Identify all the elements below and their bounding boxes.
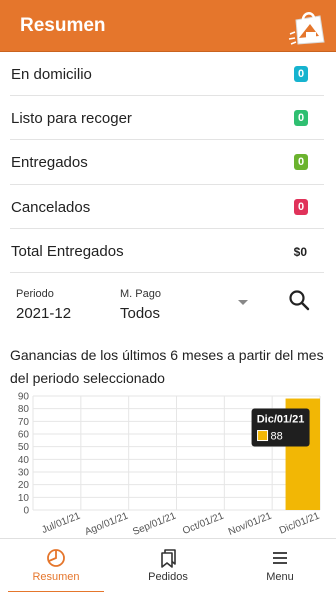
x-tick-label: Dic/01/21 (278, 510, 322, 536)
summary-row-cancelados[interactable]: Cancelados 0 (10, 185, 324, 229)
nav-label: Resumen (32, 571, 80, 583)
nav-label: Pedidos (148, 571, 188, 583)
row-label: En domicilio (11, 66, 92, 83)
tooltip-swatch (257, 430, 269, 442)
pie-chart-icon (47, 549, 65, 567)
filters-bar: Periodo 2021-12 M. Pago Todos (16, 286, 316, 326)
page-title: Resumen (20, 15, 106, 36)
count-badge: 0 (294, 66, 308, 82)
chart-title: Ganancias de los últimos 6 meses a parti… (10, 347, 324, 386)
y-tick-label: 50 (18, 442, 30, 453)
y-tick-label: 80 (18, 404, 30, 415)
count-badge: 0 (294, 198, 308, 215)
summary-list: En domicilio 0 Listo para recoger 0 Entr… (10, 52, 324, 273)
shopping-bag-logo-icon (288, 12, 325, 45)
app-bar: Resumen (0, 0, 336, 52)
nav-resumen[interactable]: Resumen (0, 539, 112, 592)
y-tick-label: 90 (18, 392, 30, 403)
y-tick-label: 20 (18, 480, 30, 491)
bottom-navigation: Resumen Pedidos Menu (0, 538, 336, 592)
payment-select[interactable]: Todos (120, 305, 160, 322)
summary-row-listo-para-recoger[interactable]: Listo para recoger 0 (10, 96, 324, 141)
nav-menu[interactable]: Menu (224, 539, 336, 592)
nav-pedidos[interactable]: Pedidos (112, 539, 224, 592)
x-tick-label: Sep/01/21 (131, 510, 178, 537)
row-label: Total Entregados (11, 242, 124, 260)
count-badge: 0 (294, 110, 308, 127)
y-tick-label: 40 (18, 455, 30, 466)
row-label: Listo para recoger (11, 110, 132, 128)
payment-label: M. Pago (120, 288, 161, 300)
bookmarks-icon (161, 549, 176, 568)
x-tick-label: Jul/01/21 (40, 510, 82, 536)
row-label: Cancelados (11, 198, 91, 216)
earnings-bar-chart: 0 10 2030 40 5060 70 8090 Jul/01/21 Ago/01/21 Sep… (18, 392, 322, 538)
y-tick-label: 30 (18, 468, 30, 479)
x-tick-label: Oct/01/21 (181, 510, 226, 537)
x-tick-label: Nov/01/21 (227, 510, 274, 537)
y-tick-label: 70 (18, 417, 30, 428)
x-tick-label: Ago/01/21 (83, 510, 130, 537)
summary-row-en-domicilio[interactable]: En domicilio 0 (10, 52, 324, 97)
search-icon[interactable] (287, 288, 311, 312)
nav-label: Menu (266, 571, 294, 583)
summary-row-entregados[interactable]: Entregados 0 (10, 140, 324, 185)
total-amount: $0 (293, 244, 307, 259)
count-badge: 0 (294, 154, 308, 171)
tooltip-title: Dic/01/21 (257, 414, 305, 426)
row-label: Entregados (11, 154, 88, 172)
y-tick-label: 60 (18, 430, 30, 441)
hamburger-menu-icon (273, 552, 287, 564)
period-field[interactable]: 2021-12 (16, 305, 71, 322)
summary-row-total-entregados: Total Entregados $0 (10, 229, 324, 273)
chevron-down-icon[interactable] (238, 300, 248, 305)
y-tick-label: 0 (23, 506, 29, 517)
y-tick-label: 10 (18, 493, 30, 504)
period-label: Periodo (16, 288, 54, 300)
tooltip-value: 88 (271, 431, 283, 443)
